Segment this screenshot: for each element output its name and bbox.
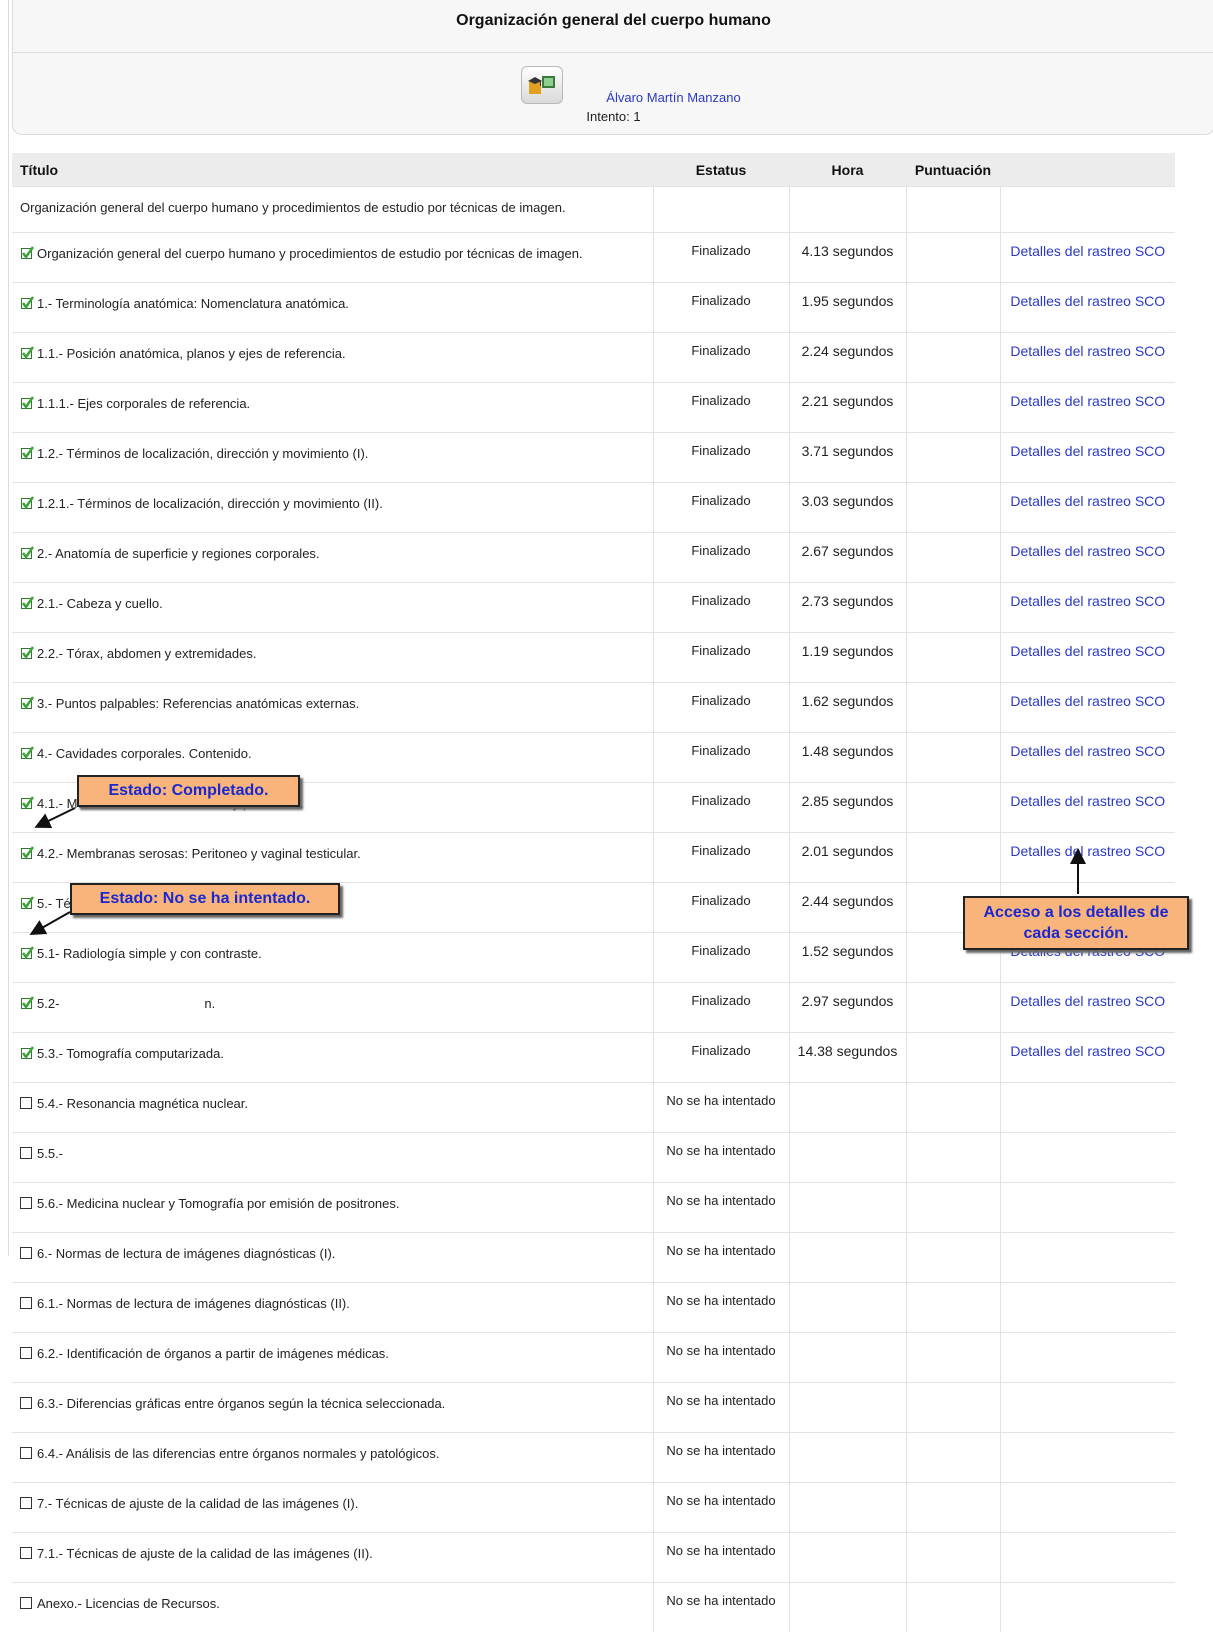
row-title: 7.1.- Técnicas de ajuste de la calidad d…	[37, 1546, 373, 1561]
row-time-cell	[789, 1533, 906, 1583]
row-status: No se ha intentado	[666, 1293, 775, 1308]
not-attempted-box-icon	[20, 1497, 32, 1509]
row-details-cell	[1000, 1283, 1175, 1333]
row-title-cell: 7.- Técnicas de ajuste de la calidad de …	[12, 1483, 653, 1533]
table-row: 6.3.- Diferencias gráficas entre órganos…	[12, 1383, 1175, 1433]
row-title: 6.3.- Diferencias gráficas entre órganos…	[37, 1396, 445, 1411]
row-details-cell	[1000, 1583, 1175, 1632]
row-score-cell	[906, 1533, 1000, 1583]
row-status-cell: No se ha intentado	[653, 1433, 789, 1483]
row-time-cell	[789, 1433, 906, 1483]
table-row: 6.1.- Normas de lectura de imágenes diag…	[12, 1283, 1175, 1333]
row-status-cell: No se ha intentado	[653, 1333, 789, 1383]
not-attempted-box-icon	[20, 1397, 32, 1409]
table-row: 6.4.- Análisis de las diferencias entre …	[12, 1433, 1175, 1483]
arrow-to-completed-check	[38, 808, 75, 826]
not-attempted-box-icon	[20, 1547, 32, 1559]
row-title: 6.4.- Análisis de las diferencias entre …	[37, 1446, 440, 1461]
callout-completed-text: Estado: Completado.	[79, 777, 298, 805]
row-status-cell: No se ha intentado	[653, 1383, 789, 1433]
row-status-cell: No se ha intentado	[653, 1583, 789, 1632]
table-row: 6.2.- Identificación de órganos a partir…	[12, 1333, 1175, 1383]
row-status-cell: No se ha intentado	[653, 1283, 789, 1333]
row-title: Anexo.- Licencias de Recursos.	[37, 1596, 220, 1611]
not-attempted-box-icon	[20, 1297, 32, 1309]
row-details-cell	[1000, 1433, 1175, 1483]
row-details-cell	[1000, 1333, 1175, 1383]
callout-details-line1: Acceso a los detalles de	[965, 902, 1187, 923]
row-status-cell: No se ha intentado	[653, 1533, 789, 1583]
row-status: No se ha intentado	[666, 1343, 775, 1358]
row-score-cell	[906, 1433, 1000, 1483]
row-status: No se ha intentado	[666, 1593, 775, 1608]
row-time-cell	[789, 1283, 906, 1333]
row-status: No se ha intentado	[666, 1493, 775, 1508]
row-title-cell: 6.4.- Análisis de las diferencias entre …	[12, 1433, 653, 1483]
row-title-cell: Anexo.- Licencias de Recursos.	[12, 1583, 653, 1632]
row-status: No se ha intentado	[666, 1393, 775, 1408]
row-title: 6.2.- Identificación de órganos a partir…	[37, 1346, 389, 1361]
row-title-cell: 7.1.- Técnicas de ajuste de la calidad d…	[12, 1533, 653, 1583]
table-row: 7.- Técnicas de ajuste de la calidad de …	[12, 1483, 1175, 1533]
row-title: 7.- Técnicas de ajuste de la calidad de …	[37, 1496, 358, 1511]
row-score-cell	[906, 1333, 1000, 1383]
row-title: 6.1.- Normas de lectura de imágenes diag…	[37, 1296, 350, 1311]
row-score-cell	[906, 1383, 1000, 1433]
row-details-cell	[1000, 1533, 1175, 1583]
row-status: No se ha intentado	[666, 1543, 775, 1558]
row-details-cell	[1000, 1383, 1175, 1433]
row-title-cell: 6.3.- Diferencias gráficas entre órganos…	[12, 1383, 653, 1433]
callout-details-line2: cada sección.	[965, 923, 1187, 944]
not-attempted-box-icon	[20, 1347, 32, 1359]
callout-details: Acceso a los detalles de cada sección.	[963, 896, 1189, 950]
annotation-arrows	[0, 0, 1213, 1256]
row-title-cell: 6.2.- Identificación de órganos a partir…	[12, 1333, 653, 1383]
row-status-cell: No se ha intentado	[653, 1483, 789, 1533]
not-attempted-box-icon	[20, 1597, 32, 1609]
row-time-cell	[789, 1583, 906, 1632]
callout-completed: Estado: Completado.	[77, 775, 300, 807]
table-row: Anexo.- Licencias de Recursos. No se ha i…	[12, 1583, 1175, 1632]
row-time-cell	[789, 1383, 906, 1433]
row-status: No se ha intentado	[666, 1443, 775, 1458]
row-title-cell: 6.1.- Normas de lectura de imágenes diag…	[12, 1283, 653, 1333]
row-score-cell	[906, 1483, 1000, 1533]
table-row: 7.1.- Técnicas de ajuste de la calidad d…	[12, 1533, 1175, 1583]
row-score-cell	[906, 1583, 1000, 1632]
row-details-cell	[1000, 1483, 1175, 1533]
row-time-cell	[789, 1333, 906, 1383]
not-attempted-box-icon	[20, 1447, 32, 1459]
callout-not-attempted-text: Estado: No se ha intentado.	[72, 885, 338, 913]
row-time-cell	[789, 1483, 906, 1533]
callout-not-attempted: Estado: No se ha intentado.	[70, 883, 340, 915]
row-score-cell	[906, 1283, 1000, 1333]
arrow-to-empty-box	[33, 912, 70, 933]
